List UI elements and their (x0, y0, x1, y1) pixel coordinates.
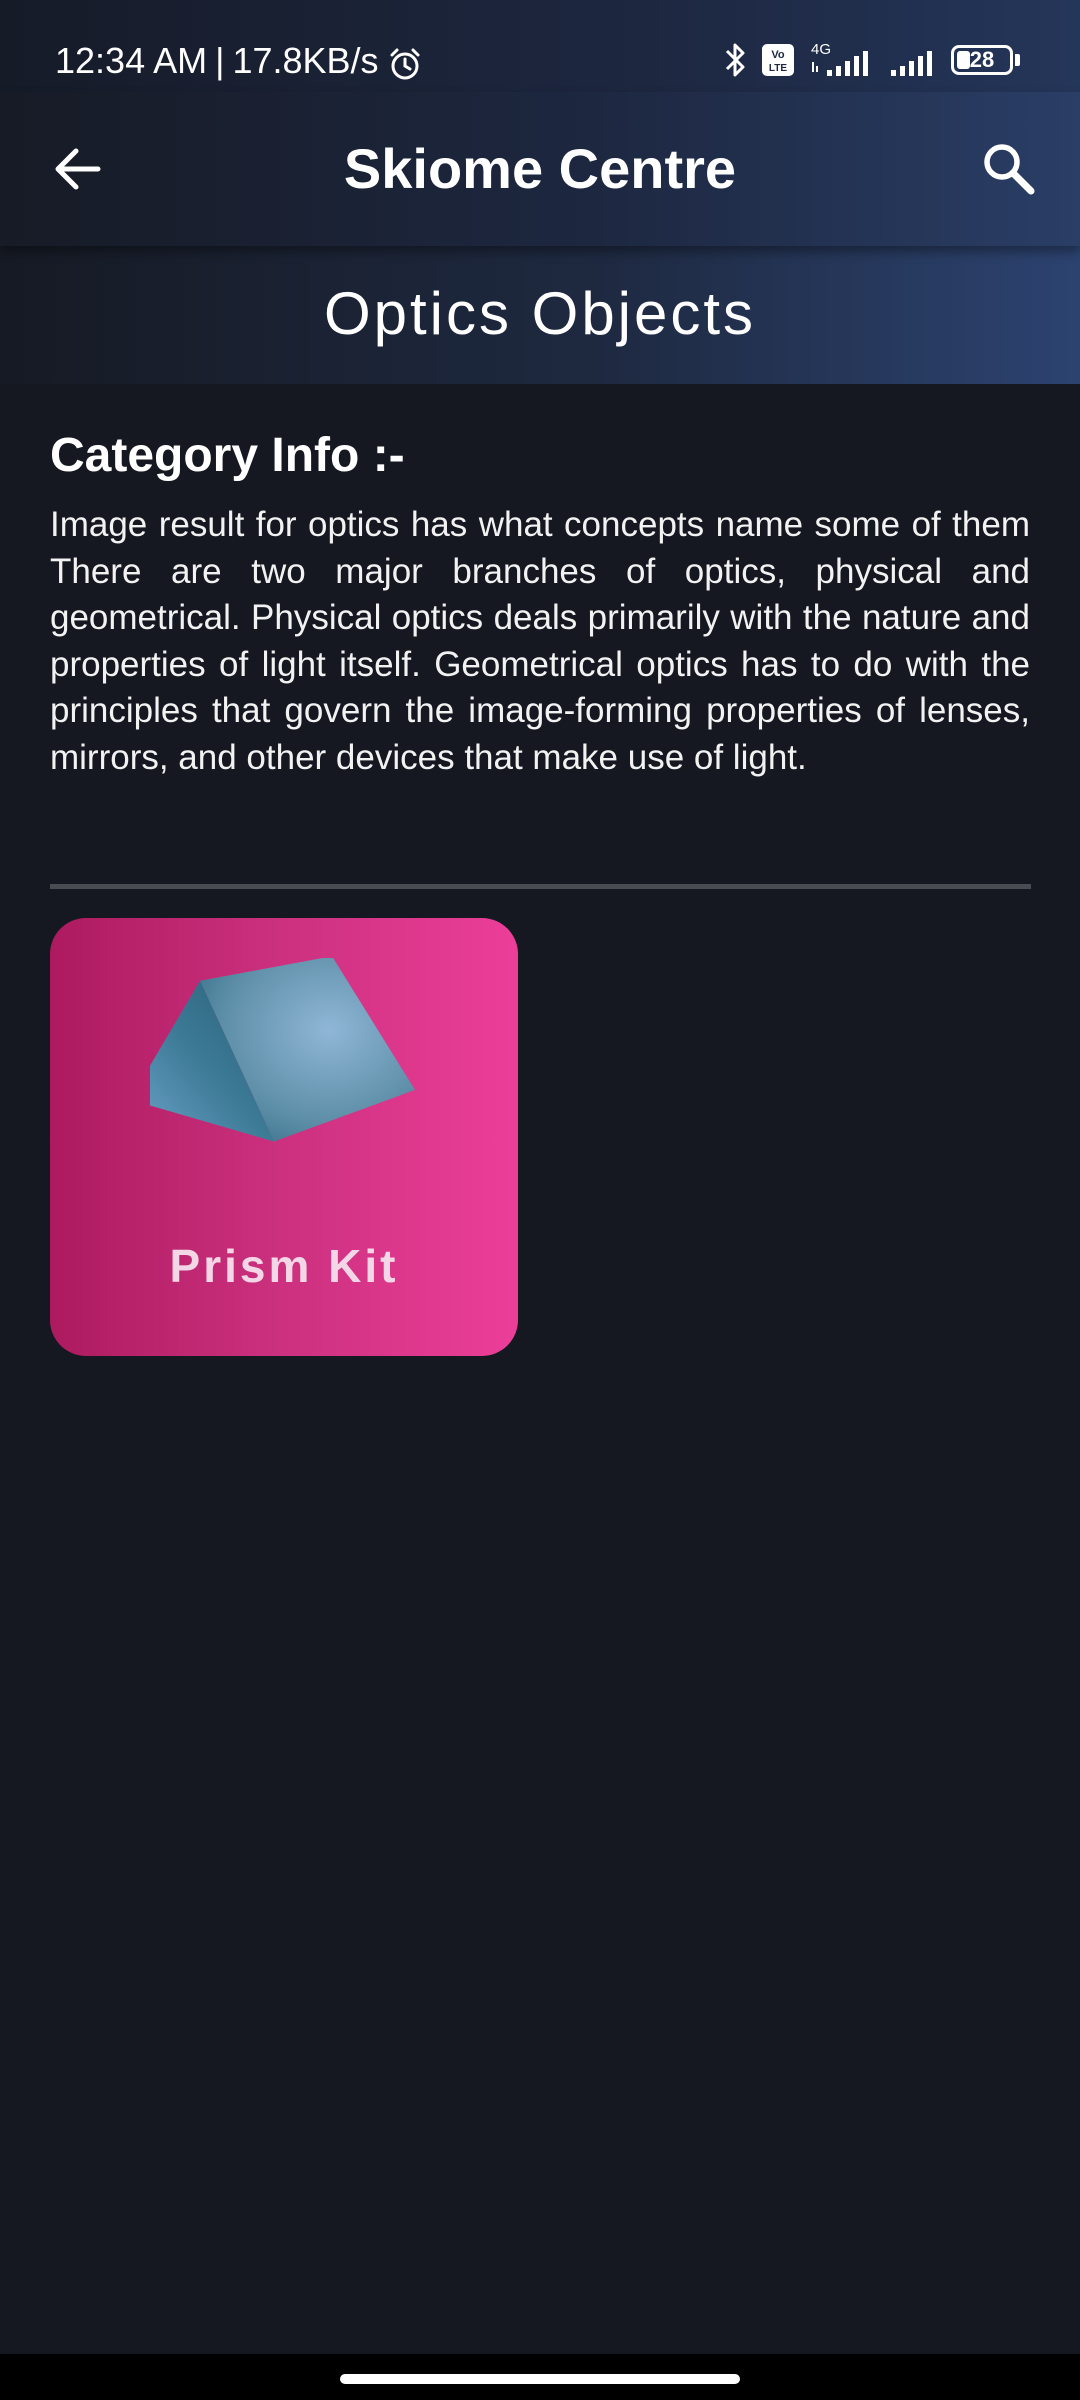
search-button[interactable] (970, 130, 1048, 208)
prism-image (150, 958, 415, 1142)
battery-level: 28 (951, 45, 1013, 75)
status-time: 12:34 AM (55, 40, 208, 81)
divider (50, 884, 1031, 889)
prism-kit-card[interactable]: Prism Kit (50, 918, 518, 1356)
signal-4g-icon: 4G (809, 40, 875, 80)
status-separator: | (215, 40, 225, 81)
category-header: Optics Objects (0, 246, 1080, 384)
alarm-clock-icon (387, 43, 423, 80)
screen: 12:34 AM | 17.8KB/s Vo LTE 4G 28 Skiome … (0, 0, 1080, 2400)
category-title: Optics Objects (323, 280, 757, 347)
category-info-text: Image result for optics has what concept… (50, 505, 1030, 777)
category-info-heading: Category Info :- (50, 429, 405, 482)
app-title: Skiome Centre (343, 137, 737, 200)
svg-text:LTE: LTE (769, 63, 787, 74)
volte-icon: Vo LTE (761, 43, 795, 77)
svg-text:4G: 4G (811, 41, 831, 58)
navigation-bar (0, 2354, 1080, 2400)
app-bar: Skiome Centre (0, 92, 1080, 246)
home-indicator[interactable] (340, 2374, 740, 2384)
status-right: Vo LTE 4G 28 (723, 38, 1020, 82)
status-left: 12:34 AM | 17.8KB/s (55, 34, 423, 88)
signal-icon (889, 40, 937, 80)
svg-text:Vo: Vo (771, 49, 785, 61)
bluetooth-icon (723, 40, 747, 80)
status-bar: 12:34 AM | 17.8KB/s Vo LTE 4G 28 (0, 0, 1080, 92)
status-speed: 17.8KB/s (232, 40, 379, 81)
prism-kit-label: Prism Kit (169, 1240, 399, 1292)
battery-icon: 28 (951, 45, 1020, 75)
search-icon (984, 144, 1035, 195)
battery-percent: 28 (969, 47, 995, 72)
